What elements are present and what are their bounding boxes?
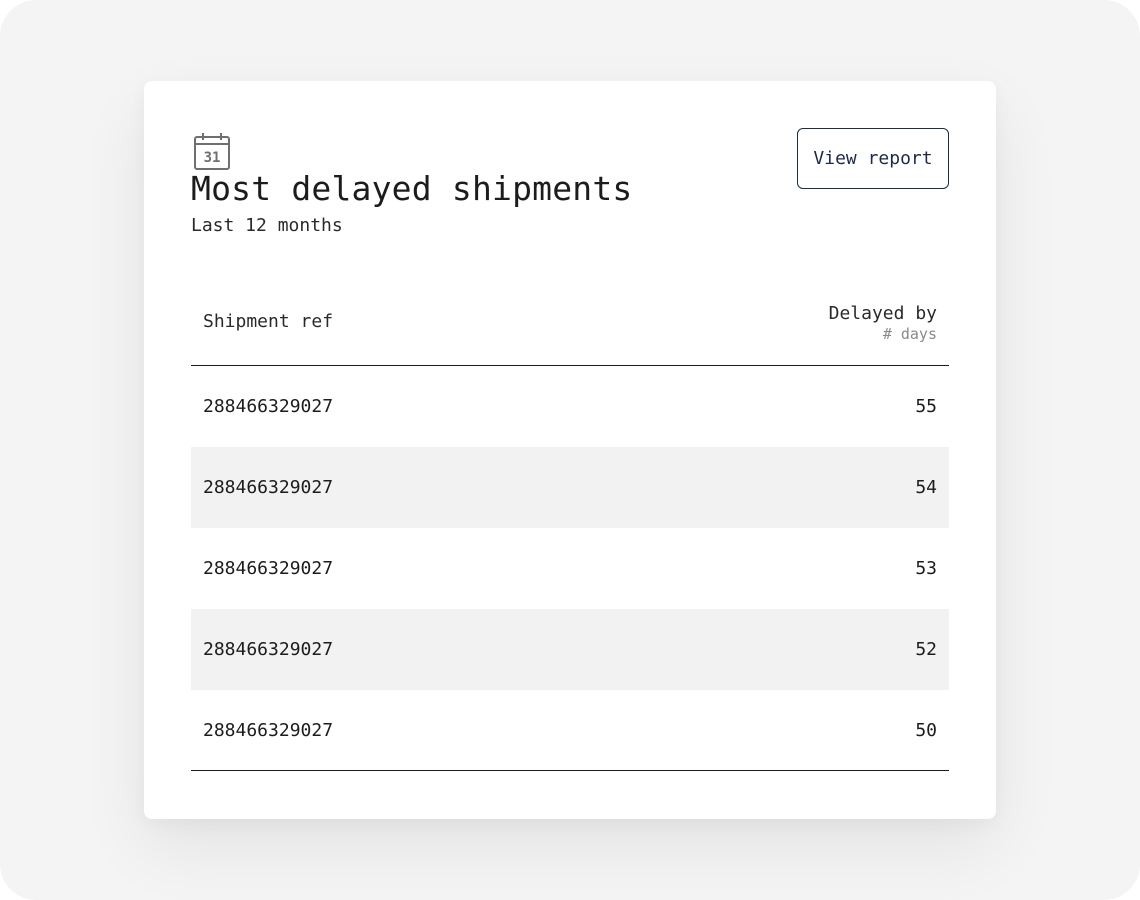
shipment-ref-cell: 288466329027 — [203, 558, 334, 579]
shipments-table: Shipment ref Delayed by # days 288466329… — [191, 291, 949, 771]
table-row: 288466329027 55 — [191, 366, 949, 447]
column-header-shipment-ref: Shipment ref — [203, 311, 334, 332]
delayed-by-label: Delayed by — [828, 303, 937, 324]
page-background: 31 Most delayed shipments Last 12 months… — [0, 0, 1140, 900]
card-title: Most delayed shipments — [191, 169, 633, 208]
table-row: 288466329027 52 — [191, 609, 949, 690]
shipment-ref-cell: 288466329027 — [203, 720, 334, 741]
delay-days-cell: 50 — [915, 720, 937, 741]
card-subtitle: Last 12 months — [191, 215, 343, 236]
delay-days-cell: 55 — [915, 396, 937, 417]
delayed-shipments-card: 31 Most delayed shipments Last 12 months… — [144, 81, 996, 819]
table-row: 288466329027 50 — [191, 690, 949, 771]
delayed-by-unit: # days — [882, 325, 937, 343]
shipment-ref-cell: 288466329027 — [203, 477, 334, 498]
shipment-ref-cell: 288466329027 — [203, 396, 334, 417]
table-header: Shipment ref Delayed by # days — [191, 291, 949, 366]
calendar-icon: 31 — [194, 133, 230, 170]
table-row: 288466329027 54 — [191, 447, 949, 528]
delay-days-cell: 54 — [915, 477, 937, 498]
table-row: 288466329027 53 — [191, 528, 949, 609]
column-header-delayed-by: Delayed by # days — [829, 303, 937, 343]
calendar-icon-day: 31 — [204, 150, 221, 166]
delay-days-cell: 53 — [915, 558, 937, 579]
delay-days-cell: 52 — [915, 639, 937, 660]
shipment-ref-cell: 288466329027 — [203, 639, 334, 660]
view-report-button[interactable]: View report — [797, 128, 949, 189]
